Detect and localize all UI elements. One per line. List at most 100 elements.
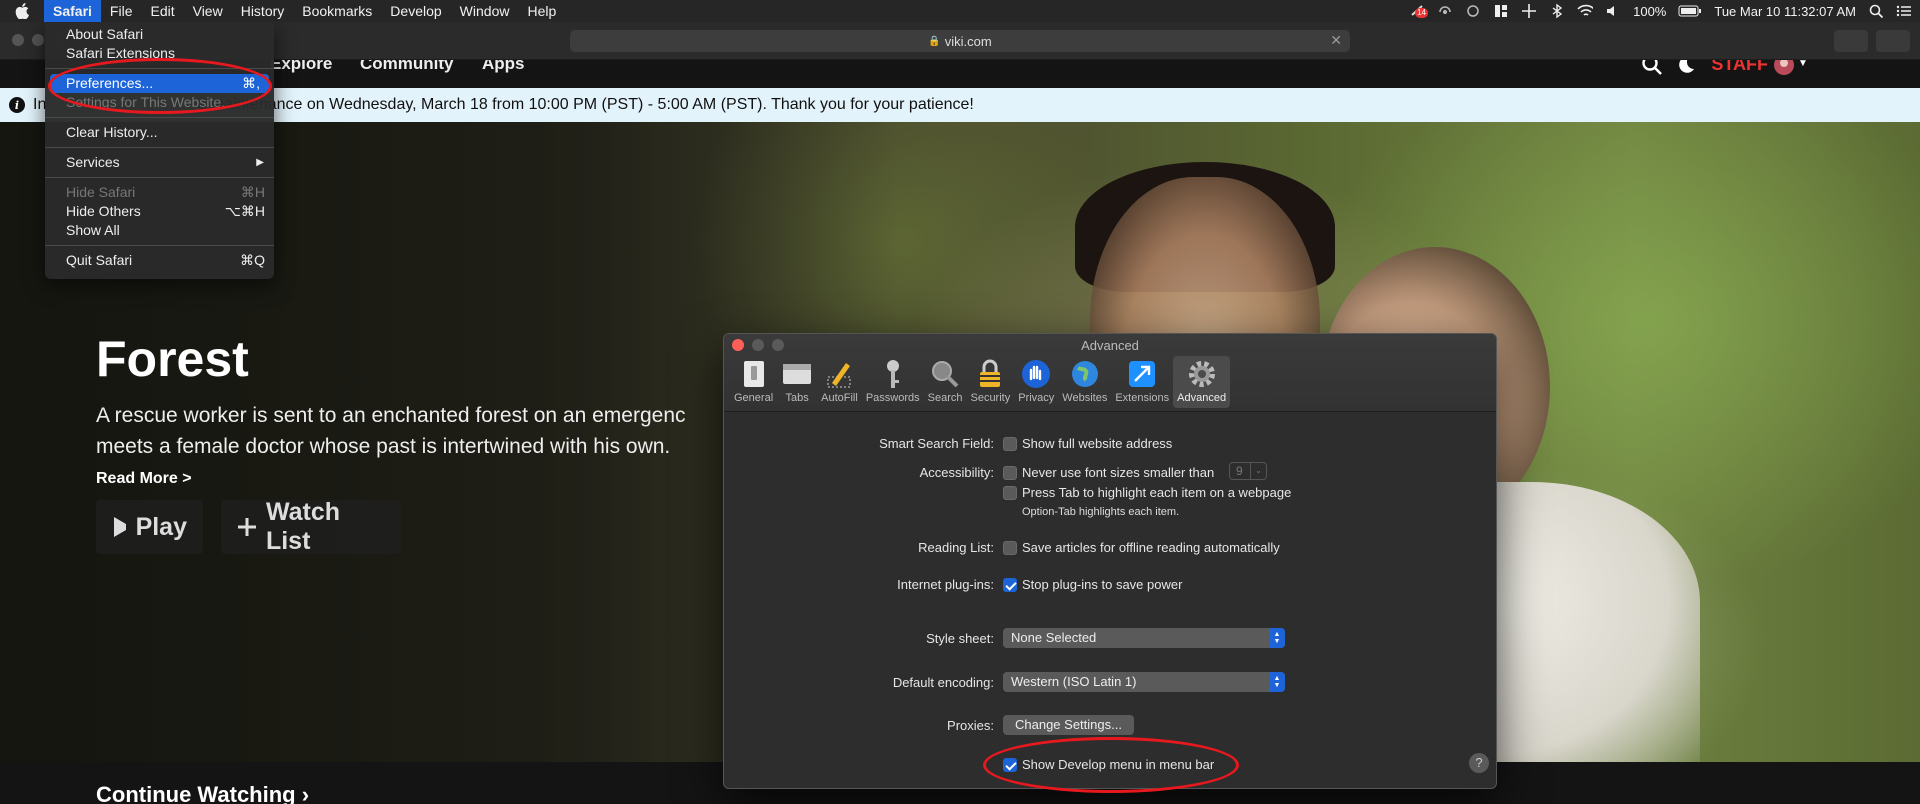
spotlight-search-icon[interactable] bbox=[1868, 3, 1884, 19]
menu-file[interactable]: File bbox=[101, 0, 142, 22]
tab-highlight-text: Press Tab to highlight each item on a we… bbox=[1022, 485, 1292, 500]
toolbar-actions bbox=[1834, 30, 1910, 52]
menu-history[interactable]: History bbox=[232, 0, 294, 22]
menu-item-quit-safari[interactable]: Quit Safari ⌘Q bbox=[45, 251, 274, 270]
address-bar[interactable]: 🔒 viki.com ✕ bbox=[570, 30, 1350, 52]
menu-separator bbox=[45, 147, 274, 148]
font-size-option[interactable]: Never use font sizes smaller than bbox=[1003, 465, 1214, 481]
font-size-checkbox[interactable] bbox=[1003, 465, 1017, 480]
tab-security[interactable]: Security bbox=[966, 356, 1014, 408]
lock-icon bbox=[974, 358, 1006, 390]
tab-highlight-checkbox[interactable] bbox=[1003, 485, 1017, 500]
tab-highlight-note: Option-Tab highlights each item. bbox=[1022, 506, 1180, 518]
style-sheet-select[interactable]: None Selected ▲ ▼ bbox=[1003, 628, 1285, 648]
select-arrows-icon: ▲ ▼ bbox=[1269, 672, 1285, 692]
tab-websites[interactable]: Websites bbox=[1058, 356, 1111, 408]
tab-websites-label: Websites bbox=[1062, 392, 1108, 404]
menu-item-preferences[interactable]: Preferences... ⌘, bbox=[50, 74, 269, 93]
menu-item-about-safari[interactable]: About Safari bbox=[45, 25, 274, 44]
services-label: Services bbox=[66, 154, 120, 170]
smart-search-option[interactable]: Show full website address bbox=[1003, 436, 1172, 452]
menu-separator bbox=[45, 245, 274, 246]
submenu-arrow-icon: ▶ bbox=[256, 157, 264, 168]
wifi-icon[interactable] bbox=[1577, 3, 1594, 19]
tab-search[interactable]: Search bbox=[924, 356, 967, 408]
bluetooth-icon[interactable] bbox=[1549, 3, 1565, 19]
chevron-down-icon: ⌄ bbox=[1250, 463, 1266, 479]
tab-extensions[interactable]: Extensions bbox=[1111, 356, 1173, 408]
key-icon bbox=[877, 358, 909, 390]
menu-safari[interactable]: Safari bbox=[44, 0, 101, 22]
pencil-icon bbox=[823, 358, 855, 390]
menu-separator bbox=[45, 117, 274, 118]
share-button[interactable] bbox=[1834, 30, 1868, 52]
menu-help[interactable]: Help bbox=[518, 0, 565, 22]
volume-icon[interactable] bbox=[1605, 3, 1621, 19]
clear-address-icon[interactable]: ✕ bbox=[1330, 32, 1342, 49]
info-icon: i bbox=[9, 97, 25, 113]
read-more-link[interactable]: Read More > bbox=[96, 470, 192, 488]
play-button[interactable]: Play bbox=[96, 500, 203, 554]
grid-icon[interactable] bbox=[1493, 3, 1509, 19]
change-settings-button[interactable]: Change Settings... bbox=[1003, 715, 1134, 735]
encoding-select[interactable]: Western (ISO Latin 1) ▲ ▼ bbox=[1003, 672, 1285, 692]
minimize-window-button[interactable] bbox=[32, 34, 44, 46]
tab-privacy[interactable]: Privacy bbox=[1014, 356, 1058, 408]
close-window-button[interactable] bbox=[12, 34, 24, 46]
hero-description: A rescue worker is sent to an enchanted … bbox=[96, 404, 686, 458]
tab-advanced[interactable]: Advanced bbox=[1173, 356, 1231, 408]
menu-item-hide-others[interactable]: Hide Others ⌥⌘H bbox=[45, 202, 274, 221]
tab-tabs[interactable]: Tabs bbox=[777, 356, 817, 408]
menu-view[interactable]: View bbox=[184, 0, 232, 22]
menu-separator bbox=[45, 68, 274, 69]
move-icon[interactable] bbox=[1521, 3, 1537, 19]
watch-list-button[interactable]: Watch List bbox=[221, 498, 401, 555]
develop-menu-checkbox[interactable] bbox=[1003, 757, 1017, 772]
battery-icon[interactable] bbox=[1678, 3, 1702, 19]
develop-menu-option[interactable]: Show Develop menu in menu bar bbox=[1003, 757, 1214, 773]
hero-title: Forest bbox=[96, 331, 249, 387]
menu-item-show-all[interactable]: Show All bbox=[45, 221, 274, 240]
help-button[interactable]: ? bbox=[1469, 753, 1489, 773]
font-size-text: Never use font sizes smaller than bbox=[1022, 465, 1215, 480]
tabs-overview-button[interactable] bbox=[1876, 30, 1910, 52]
preferences-tabs: General Tabs AutoFill Passwords Search S… bbox=[730, 356, 1231, 408]
menu-item-services[interactable]: Services ▶ bbox=[45, 153, 274, 172]
reading-list-checkbox[interactable] bbox=[1003, 540, 1017, 555]
smart-search-checkbox[interactable] bbox=[1003, 436, 1017, 451]
tab-general[interactable]: General bbox=[730, 356, 777, 408]
menu-bookmarks[interactable]: Bookmarks bbox=[293, 0, 381, 22]
reading-list-label: Reading List: bbox=[918, 540, 994, 555]
plugins-option[interactable]: Stop plug-ins to save power bbox=[1003, 577, 1182, 593]
menu-window[interactable]: Window bbox=[451, 0, 519, 22]
menu-item-hide-safari: Hide Safari ⌘H bbox=[45, 183, 274, 202]
font-size-value: 9 bbox=[1236, 464, 1243, 478]
menu-separator bbox=[45, 177, 274, 178]
menu-edit[interactable]: Edit bbox=[141, 0, 183, 22]
tab-autofill[interactable]: AutoFill bbox=[817, 356, 862, 408]
browser-toolbar: 🔒 viki.com ✕ bbox=[0, 22, 1920, 60]
menu-bar: Safari File Edit View History Bookmarks … bbox=[0, 0, 1920, 22]
reading-list-option[interactable]: Save articles for offline reading automa… bbox=[1003, 540, 1280, 556]
magnifier-icon bbox=[929, 358, 961, 390]
menu-item-safari-extensions[interactable]: Safari Extensions bbox=[45, 44, 274, 63]
tab-highlight-option[interactable]: Press Tab to highlight each item on a we… bbox=[1003, 485, 1291, 501]
menu-item-clear-history[interactable]: Clear History... bbox=[45, 123, 274, 142]
tab-tabs-label: Tabs bbox=[785, 392, 809, 404]
clock[interactable]: Tue Mar 10 11:32:07 AM bbox=[1714, 4, 1856, 19]
apple-icon[interactable] bbox=[0, 3, 44, 19]
hide-others-label: Hide Others bbox=[66, 203, 141, 219]
hide-safari-label: Hide Safari bbox=[66, 184, 136, 200]
tab-passwords[interactable]: Passwords bbox=[862, 356, 924, 408]
menu-develop[interactable]: Develop bbox=[381, 0, 450, 22]
preferences-title: Advanced bbox=[1081, 338, 1139, 353]
tab-extensions-label: Extensions bbox=[1115, 392, 1170, 404]
gear-icon bbox=[1186, 358, 1218, 390]
sync-icon[interactable] bbox=[1465, 3, 1481, 19]
airdrop-icon[interactable] bbox=[1437, 3, 1453, 19]
continue-watching-title[interactable]: Continue Watching › bbox=[96, 782, 309, 804]
notification-center-icon[interactable] bbox=[1896, 3, 1912, 19]
notification-badge-icon[interactable]: 14 bbox=[1409, 3, 1429, 19]
plugins-checkbox[interactable] bbox=[1003, 577, 1017, 592]
select-arrows-icon: ▲ ▼ bbox=[1269, 628, 1285, 648]
